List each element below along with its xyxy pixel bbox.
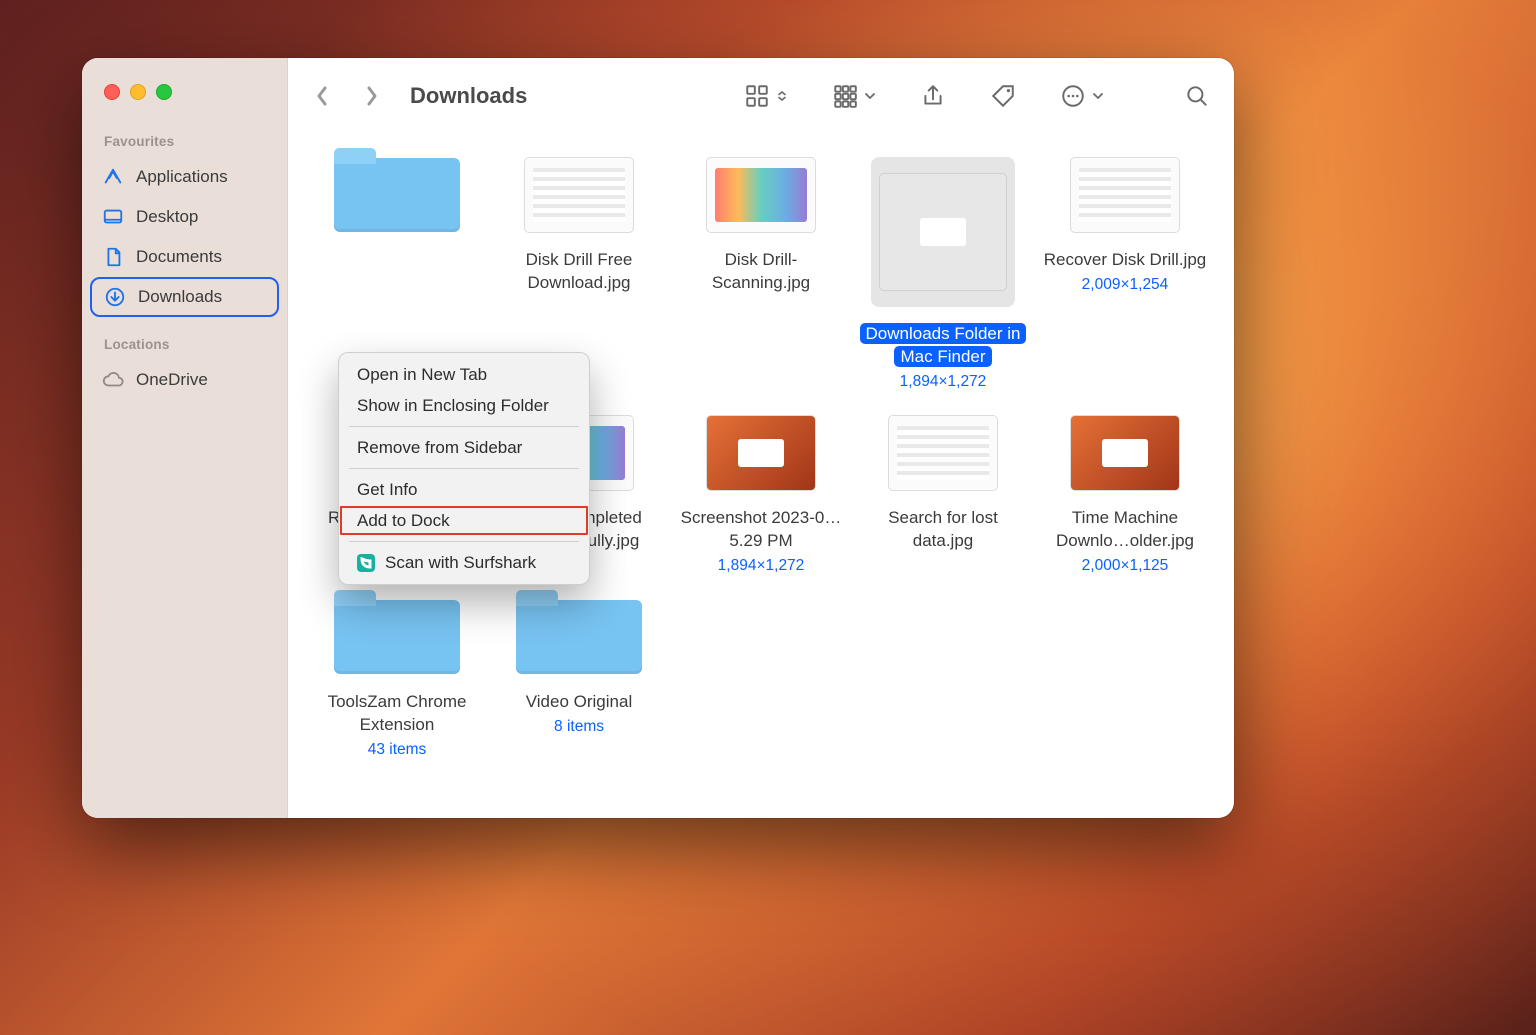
sidebar-item-onedrive[interactable]: OneDrive xyxy=(90,360,279,400)
view-icons-button[interactable] xyxy=(744,83,788,109)
file-thumbnail xyxy=(888,415,998,491)
window-title: Downloads xyxy=(410,83,527,109)
file-name: Recover Disk Drill.jpg xyxy=(1044,249,1206,272)
file-thumbnail xyxy=(334,599,460,675)
file-thumbnail xyxy=(516,599,642,675)
folder-item[interactable]: ToolsZam Chrome Extension 43 items xyxy=(308,599,486,759)
tags-button[interactable] xyxy=(990,83,1016,109)
search-button[interactable] xyxy=(1184,83,1210,109)
favorites-section-label: Favourites xyxy=(82,134,287,157)
back-button[interactable] xyxy=(312,82,332,110)
share-button[interactable] xyxy=(920,83,946,109)
file-thumbnail xyxy=(334,157,460,233)
updown-icon xyxy=(776,90,788,102)
file-name: Disk Drill Free Download.jpg xyxy=(494,249,664,295)
selection-highlight xyxy=(871,157,1015,307)
file-name: Downloads Folder in Mac Finder xyxy=(858,323,1028,369)
sidebar-item-label: Documents xyxy=(136,247,222,267)
sidebar-item-label: Desktop xyxy=(136,207,198,227)
document-icon xyxy=(102,246,124,268)
file-thumbnail xyxy=(706,157,816,233)
ctx-remove-sidebar[interactable]: Remove from Sidebar xyxy=(339,432,589,463)
file-name: Time Machine Downlo…older.jpg xyxy=(1040,507,1210,553)
locations-section-label: Locations xyxy=(82,337,287,360)
sidebar-item-desktop[interactable]: Desktop xyxy=(90,197,279,237)
file-name: Disk Drill-Scanning.jpg xyxy=(676,249,846,295)
file-thumbnail xyxy=(524,157,634,233)
toolbar: Downloads xyxy=(288,58,1234,133)
file-meta: 2,009×1,254 xyxy=(1082,276,1169,294)
ctx-scan-surfshark[interactable]: Scan with Surfshark xyxy=(339,547,589,578)
sidebar-item-downloads[interactable]: Downloads xyxy=(90,277,279,317)
file-thumbnail xyxy=(1070,415,1180,491)
file-meta: 2,000×1,125 xyxy=(1082,557,1169,575)
ctx-separator xyxy=(349,468,579,469)
file-item[interactable]: Recover Disk Drill.jpg 2,009×1,254 xyxy=(1036,157,1214,391)
applications-icon xyxy=(102,166,124,188)
file-thumbnail xyxy=(879,173,1007,291)
file-meta: 1,894×1,272 xyxy=(900,373,987,391)
fullscreen-window-button[interactable] xyxy=(156,84,172,100)
file-meta: 8 items xyxy=(554,718,604,736)
ctx-item-label: Scan with Surfshark xyxy=(385,553,536,573)
ctx-add-to-dock[interactable]: Add to Dock xyxy=(339,505,589,536)
sidebar-item-applications[interactable]: Applications xyxy=(90,157,279,197)
ctx-get-info[interactable]: Get Info xyxy=(339,474,589,505)
ctx-show-enclosing[interactable]: Show in Enclosing Folder xyxy=(339,390,589,421)
file-name: Screenshot 2023-0…5.29 PM xyxy=(676,507,846,553)
chevron-down-icon xyxy=(1092,90,1104,102)
surfshark-icon xyxy=(357,554,375,572)
finder-window: Favourites Applications Desktop Document… xyxy=(82,58,1234,818)
file-item[interactable]: Disk Drill-Scanning.jpg xyxy=(672,157,850,391)
more-actions-button[interactable] xyxy=(1060,83,1104,109)
nav-controls xyxy=(312,82,382,110)
file-meta: 43 items xyxy=(368,741,427,759)
ctx-separator xyxy=(349,541,579,542)
cloud-icon xyxy=(102,369,124,391)
desktop-icon xyxy=(102,206,124,228)
file-item[interactable]: Screenshot 2023-0…5.29 PM 1,894×1,272 xyxy=(672,415,850,575)
chevron-down-icon xyxy=(864,90,876,102)
minimize-window-button[interactable] xyxy=(130,84,146,100)
file-item[interactable]: Time Machine Downlo…older.jpg 2,000×1,125 xyxy=(1036,415,1214,575)
sidebar-item-label: OneDrive xyxy=(136,370,208,390)
file-thumbnail xyxy=(1070,157,1180,233)
file-thumbnail xyxy=(706,415,816,491)
sidebar-item-label: Downloads xyxy=(138,287,222,307)
sidebar-item-label: Applications xyxy=(136,167,228,187)
file-name: Video Original xyxy=(526,691,632,714)
file-name: Search for lost data.jpg xyxy=(858,507,1028,553)
close-window-button[interactable] xyxy=(104,84,120,100)
sidebar: Favourites Applications Desktop Document… xyxy=(82,58,288,818)
ctx-open-new-tab[interactable]: Open in New Tab xyxy=(339,359,589,390)
folder-item[interactable]: Video Original 8 items xyxy=(490,599,668,759)
file-item[interactable]: Search for lost data.jpg xyxy=(854,415,1032,575)
context-menu: Open in New Tab Show in Enclosing Folder… xyxy=(338,352,590,585)
downloads-icon xyxy=(104,286,126,308)
group-by-button[interactable] xyxy=(832,83,876,109)
file-item[interactable]: Downloads Folder in Mac Finder 1,894×1,27… xyxy=(854,157,1032,391)
file-meta: 1,894×1,272 xyxy=(718,557,805,575)
sidebar-item-documents[interactable]: Documents xyxy=(90,237,279,277)
file-name: ToolsZam Chrome Extension xyxy=(312,691,482,737)
window-controls xyxy=(82,84,287,100)
forward-button[interactable] xyxy=(362,82,382,110)
ctx-separator xyxy=(349,426,579,427)
